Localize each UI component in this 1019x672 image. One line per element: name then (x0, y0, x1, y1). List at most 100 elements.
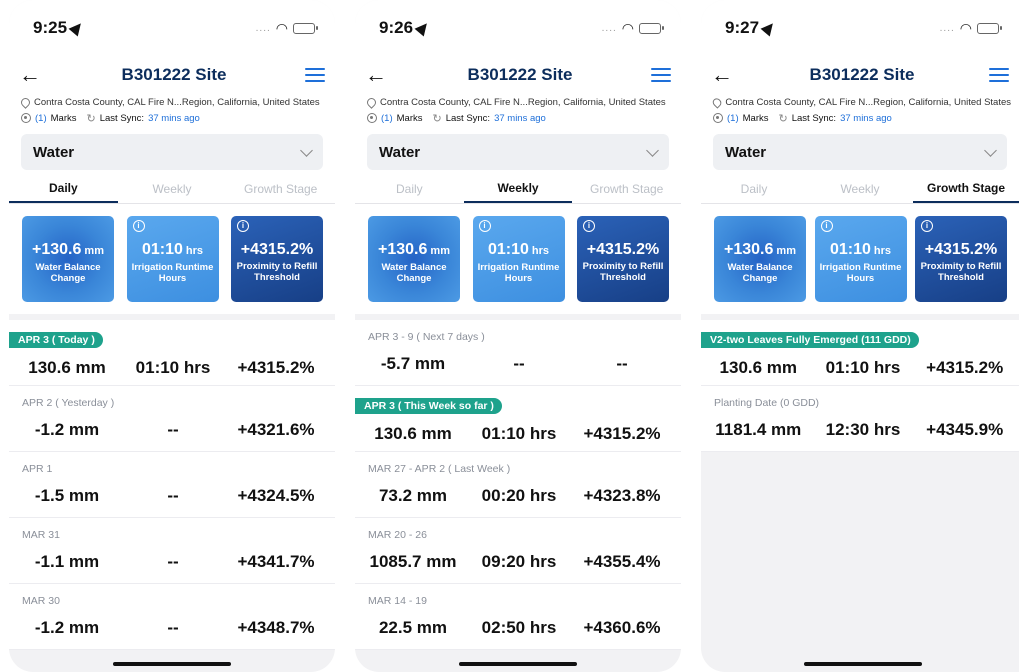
location-text: Contra Costa County, CAL Fire N...Region… (34, 96, 320, 108)
refill-proximity-card[interactable]: i +4315.2% Proximity to Refill Threshold (231, 216, 323, 302)
card-value: 01:10 hrs (829, 240, 892, 258)
marks-label[interactable]: Marks (397, 113, 423, 124)
summary-cards: +130.6 mm Water Balance Change i 01:10 hrs I… (9, 204, 335, 314)
list-item[interactable]: APR 3 - 9 ( Next 7 days ) -5.7 mm -- -- (355, 320, 681, 386)
chevron-down-icon (300, 143, 313, 157)
last-sync-time: 37 mins ago (148, 112, 200, 124)
proximity-value: +4355.4% (583, 552, 661, 571)
list-item[interactable]: MAR 20 - 26 1085.7 mm 09:20 hrs +4355.4% (355, 518, 681, 584)
list-item[interactable]: APR 3 ( This Week so far ) 130.6 mm 01:10 … (355, 386, 681, 452)
list-item[interactable]: MAR 31 -1.1 mm -- +4341.7% (9, 518, 335, 584)
current-period-badge: APR 3 ( This Week so far ) (355, 398, 502, 414)
last-sync-label: Last Sync: (791, 112, 837, 124)
title-bar: ← B301222 Site (9, 56, 335, 94)
info-icon[interactable]: i (820, 220, 833, 232)
refill-proximity-card[interactable]: i +4315.2% Proximity to Refill Threshold (915, 216, 1007, 302)
tab-growth-stage[interactable]: Growth Stage (913, 174, 1019, 203)
tab-weekly[interactable]: Weekly (463, 174, 573, 203)
card-label: Irrigation Runtime Hours (477, 261, 560, 284)
back-arrow-icon[interactable]: ← (19, 62, 43, 88)
irrigation-runtime-card[interactable]: i 01:10 hrs Irrigation Runtime Hours (814, 216, 907, 302)
list-item[interactable]: Planting Date (0 GDD) 1181.4 mm 12:30 hrs +… (701, 386, 1019, 452)
hamburger-menu-icon[interactable] (305, 68, 325, 82)
status-icons: .... ◠ (940, 19, 1002, 37)
refill-proximity-card[interactable]: i +4315.2% Proximity to Refill Threshold (577, 216, 669, 302)
marks-label[interactable]: Marks (51, 113, 77, 124)
list-item[interactable]: MAR 27 - APR 2 ( Last Week ) 73.2 mm 00:20… (355, 452, 681, 518)
list-item[interactable]: V2-two Leaves Fully Emerged (111 GDD) 130… (701, 320, 1019, 386)
water-balance-card[interactable]: +130.6 mm Water Balance Change (714, 216, 806, 302)
runtime-value: 01:10 hrs (825, 358, 901, 377)
battery-icon (977, 22, 1002, 34)
phone-screen: 9:27 .... ◠ ← B301222 Site Contra Costa … (701, 0, 1019, 672)
tab-daily[interactable]: Daily (355, 174, 464, 203)
status-time: 9:27 (725, 18, 778, 38)
marks-label[interactable]: Marks (743, 113, 769, 124)
metric-dropdown[interactable]: Water (21, 134, 323, 170)
back-arrow-icon[interactable]: ← (711, 62, 735, 88)
water-balance-card[interactable]: +130.6 mm Water Balance Change (368, 216, 460, 302)
marks-count[interactable]: (1) (35, 113, 47, 124)
tab-daily[interactable]: Daily (9, 174, 118, 203)
irrigation-runtime-card[interactable]: i 01:10 hrs Irrigation Runtime Hours (472, 216, 565, 302)
info-icon[interactable]: i (921, 220, 933, 232)
period-label: MAR 27 - APR 2 ( Last Week ) (368, 463, 511, 475)
card-label: Proximity to Refill Threshold (582, 261, 664, 283)
location-arrow-icon (68, 19, 86, 37)
proximity-value: +4324.5% (237, 486, 315, 505)
info-icon[interactable]: i (132, 220, 145, 232)
card-value: +4315.2% (586, 241, 660, 258)
card-value: +130.6 mm (377, 240, 450, 258)
records-list: V2-two Leaves Fully Emerged (111 GDD) 130… (701, 320, 1019, 452)
water-balance-card[interactable]: +130.6 mm Water Balance Change (22, 216, 114, 302)
info-icon[interactable]: i (237, 220, 249, 232)
card-unit: hrs (870, 244, 892, 257)
marks-count[interactable]: (1) (727, 113, 739, 124)
sync-icon[interactable]: ↻ (779, 112, 788, 125)
status-time: 9:26 (379, 18, 432, 38)
home-indicator (804, 662, 922, 666)
wifi-icon: ◠ (959, 19, 972, 36)
marks-target-icon (21, 113, 31, 123)
battery-icon (639, 22, 664, 34)
runtime-value: 02:50 hrs (481, 618, 557, 637)
period-label: MAR 30 (22, 595, 60, 607)
info-icon[interactable]: i (583, 220, 595, 232)
period-label: MAR 20 - 26 (368, 529, 427, 541)
list-item[interactable]: APR 2 ( Yesterday ) -1.2 mm -- +4321.6% (9, 386, 335, 452)
tab-daily[interactable]: Daily (701, 174, 807, 203)
wifi-icon: ◠ (275, 19, 288, 36)
back-arrow-icon[interactable]: ← (365, 62, 389, 88)
tab-weekly[interactable]: Weekly (807, 174, 913, 203)
info-icon[interactable]: i (478, 220, 491, 232)
hamburger-menu-icon[interactable] (989, 68, 1009, 82)
title-bar: ← B301222 Site (701, 56, 1019, 94)
hamburger-menu-icon[interactable] (651, 68, 671, 82)
list-item[interactable]: APR 1 -1.5 mm -- +4324.5% (9, 452, 335, 518)
tab-weekly[interactable]: Weekly (118, 174, 227, 203)
sync-icon[interactable]: ↻ (433, 112, 442, 125)
list-item[interactable]: MAR 14 - 19 22.5 mm 02:50 hrs +4360.6% (355, 584, 681, 650)
runtime-value: -- (167, 618, 179, 637)
location-row: Contra Costa County, CAL Fire N...Region… (701, 94, 1019, 110)
metric-dropdown[interactable]: Water (367, 134, 669, 170)
battery-icon (293, 22, 318, 34)
home-indicator (459, 662, 577, 666)
water-value: 22.5 mm (378, 618, 448, 637)
proximity-value: +4315.2% (926, 358, 1004, 377)
list-item[interactable]: MAR 30 -1.2 mm -- +4348.7% (9, 584, 335, 650)
tab-growth-stage[interactable]: Growth Stage (226, 174, 335, 203)
marks-count[interactable]: (1) (381, 113, 393, 124)
period-label: APR 3 - 9 ( Next 7 days ) (368, 331, 485, 343)
card-unit: hrs (528, 244, 550, 257)
card-label: Irrigation Runtime Hours (819, 261, 902, 284)
tab-growth-stage[interactable]: Growth Stage (572, 174, 681, 203)
location-pin-icon (711, 95, 724, 109)
phone-screen: 9:25 .... ◠ ← B301222 Site Contra Costa … (9, 0, 335, 672)
signal-icon: .... (255, 22, 271, 34)
metric-dropdown[interactable]: Water (713, 134, 1007, 170)
card-label: Irrigation Runtime Hours (131, 261, 214, 284)
sync-icon[interactable]: ↻ (87, 112, 96, 125)
list-item[interactable]: APR 3 ( Today ) 130.6 mm 01:10 hrs +4315.2% (9, 320, 335, 386)
irrigation-runtime-card[interactable]: i 01:10 hrs Irrigation Runtime Hours (126, 216, 219, 302)
